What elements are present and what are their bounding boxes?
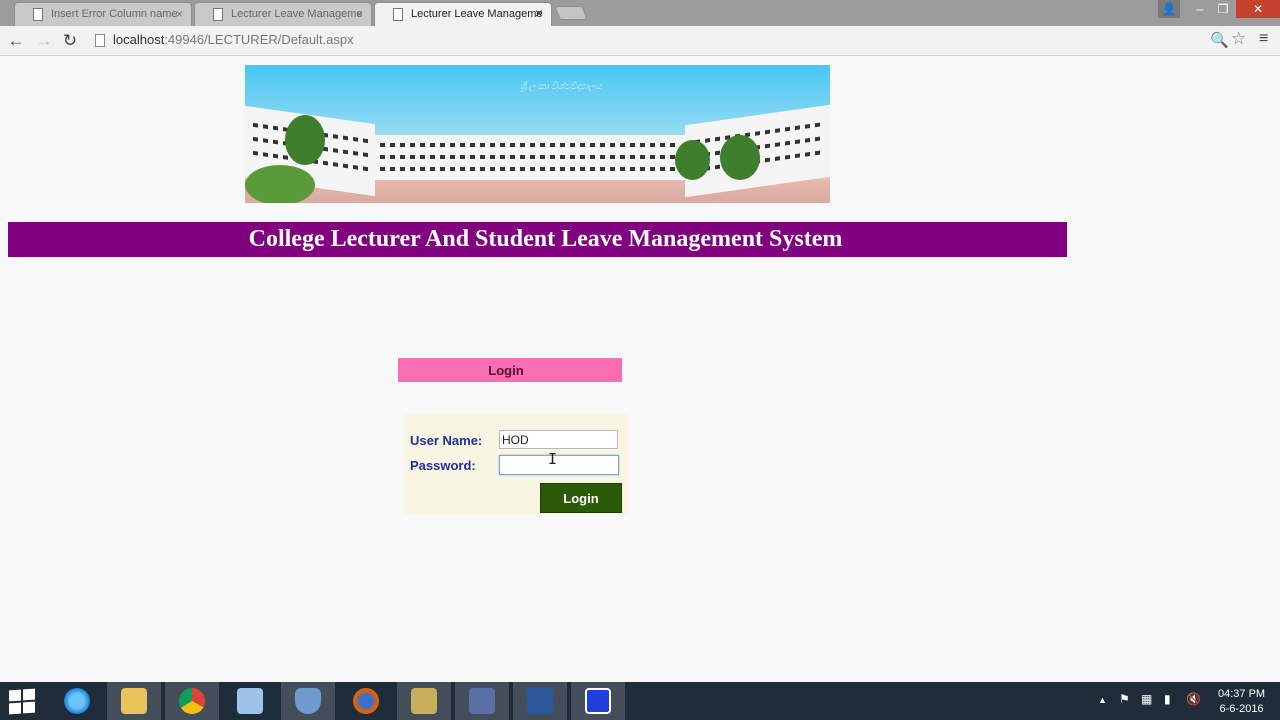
url-host: localhost bbox=[113, 32, 165, 47]
visual-studio-icon[interactable] bbox=[571, 682, 625, 720]
app-cube-icon[interactable] bbox=[223, 682, 277, 720]
text-cursor-icon: I bbox=[548, 450, 558, 468]
browser-tab-bar: Insert Error Column name × Lecturer Leav… bbox=[0, 0, 1280, 26]
zoom-icon[interactable]: 🔍 bbox=[1210, 31, 1229, 49]
maximize-button[interactable]: ❐ bbox=[1212, 0, 1234, 18]
windows-taskbar: ▲ ⚑ ▦ ▮ 🔇 04:37 PM 6-6-2016 bbox=[0, 682, 1280, 720]
tab-lecturer-leave-1[interactable]: Lecturer Leave Manageme × bbox=[194, 2, 372, 26]
network-icon[interactable]: ▦ bbox=[1141, 692, 1152, 706]
reload-button[interactable]: ↻ bbox=[59, 30, 81, 52]
address-bar[interactable]: localhost:49946/LECTURER/Default.aspx bbox=[113, 32, 354, 47]
tab-title: Lecturer Leave Manageme bbox=[411, 8, 543, 20]
tab-close-icon[interactable]: × bbox=[356, 7, 363, 21]
close-window-button[interactable]: ✕ bbox=[1236, 0, 1280, 18]
url-path: :49946/LECTURER/Default.aspx bbox=[164, 32, 354, 47]
login-form: User Name: Password: Login bbox=[404, 414, 628, 514]
username-input[interactable] bbox=[499, 430, 618, 449]
taskbar-clock[interactable]: 04:37 PM 6-6-2016 bbox=[1218, 687, 1265, 717]
back-button[interactable]: ← bbox=[5, 30, 27, 52]
new-tab-button[interactable] bbox=[554, 6, 588, 20]
password-label: Password: bbox=[410, 458, 476, 473]
banner-caption: ශ්‍රී ලංකා විශ්වවිද්‍යාලය bbox=[520, 81, 602, 91]
clock-date: 6-6-2016 bbox=[1219, 703, 1264, 715]
shield-app-icon[interactable] bbox=[281, 682, 335, 720]
firefox-icon[interactable] bbox=[339, 682, 393, 720]
login-header-text: Login bbox=[488, 363, 524, 378]
bookmark-star-icon[interactable]: ☆ bbox=[1231, 29, 1246, 49]
college-banner-image: ශ්‍රී ලංකා විශ්වවිද්‍යාලය bbox=[245, 65, 830, 203]
show-hidden-icons[interactable]: ▲ bbox=[1098, 695, 1107, 705]
tools-icon[interactable] bbox=[397, 682, 451, 720]
action-center-flag-icon[interactable]: ⚑ bbox=[1119, 692, 1130, 706]
page-icon bbox=[33, 8, 43, 21]
tab-close-icon[interactable]: × bbox=[176, 7, 183, 21]
tab-close-icon[interactable]: × bbox=[535, 5, 543, 21]
start-icon[interactable] bbox=[9, 688, 37, 715]
minimize-button[interactable]: – bbox=[1190, 0, 1210, 18]
page-icon bbox=[393, 8, 403, 21]
browser-menu-icon[interactable]: ≡ bbox=[1259, 30, 1268, 48]
clock-time: 04:37 PM bbox=[1218, 688, 1266, 700]
page-title-bar: College Lecturer And Student Leave Manag… bbox=[8, 222, 1067, 257]
chrome-icon[interactable] bbox=[165, 682, 219, 720]
password-input[interactable] bbox=[499, 455, 619, 475]
signal-icon[interactable]: ▮ bbox=[1164, 692, 1171, 706]
media-icon[interactable] bbox=[455, 682, 509, 720]
tab-lecturer-leave-active[interactable]: Lecturer Leave Manageme × bbox=[374, 2, 552, 26]
word-icon[interactable] bbox=[513, 682, 567, 720]
page-icon bbox=[213, 8, 223, 21]
username-label: User Name: bbox=[410, 433, 483, 448]
volume-muted-icon[interactable]: 🔇 bbox=[1186, 692, 1201, 706]
forward-button[interactable]: → bbox=[33, 30, 55, 52]
tab-title: Insert Error Column name bbox=[51, 8, 178, 20]
user-profile-icon[interactable]: 👤 bbox=[1158, 0, 1180, 18]
tab-insert-error[interactable]: Insert Error Column name × bbox=[14, 2, 192, 26]
login-header: Login bbox=[398, 358, 622, 382]
ie-icon[interactable] bbox=[50, 682, 104, 720]
page-title: College Lecturer And Student Leave Manag… bbox=[248, 226, 843, 252]
file-explorer-icon[interactable] bbox=[107, 682, 161, 720]
page-icon bbox=[95, 34, 105, 47]
login-button[interactable]: Login bbox=[540, 483, 622, 513]
browser-toolbar: ← → ↻ localhost:49946/LECTURER/Default.a… bbox=[0, 26, 1280, 56]
tab-title: Lecturer Leave Manageme bbox=[231, 8, 363, 20]
